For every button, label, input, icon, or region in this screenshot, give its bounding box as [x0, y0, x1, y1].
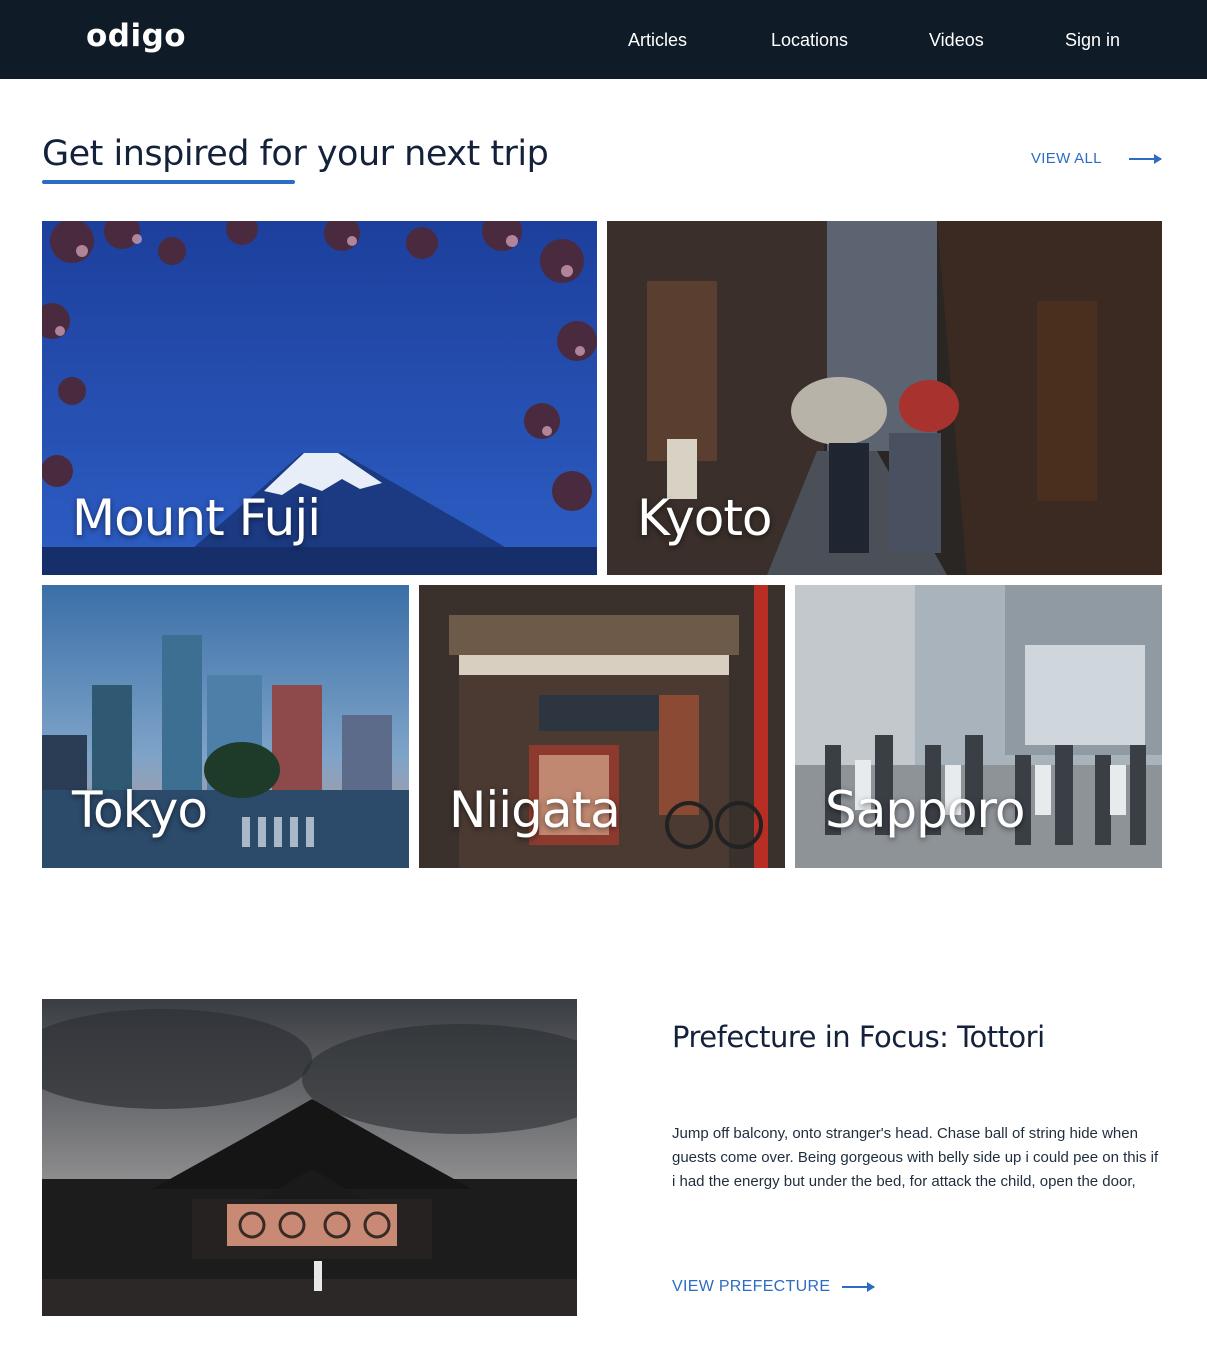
- destination-card-tokyo[interactable]: Tokyo: [42, 585, 409, 868]
- destination-label: Sapporo: [825, 781, 1025, 839]
- focus-description: Jump off balcony, onto stranger's head. …: [672, 1125, 1159, 1190]
- destination-card-mount-fuji[interactable]: Mount Fuji: [42, 221, 597, 575]
- focus-title: Prefecture in Focus: Tottori: [672, 1020, 1045, 1054]
- destination-card-sapporo[interactable]: Sapporo: [795, 585, 1162, 868]
- nav-locations[interactable]: Locations: [771, 30, 848, 51]
- view-all-link[interactable]: VIEW ALL: [1031, 150, 1102, 167]
- destination-label: Niigata: [449, 781, 621, 839]
- arrow-right-icon[interactable]: [1129, 154, 1162, 164]
- destination-label: Kyoto: [637, 489, 773, 547]
- arrow-right-icon[interactable]: [842, 1282, 875, 1292]
- odigo-logo[interactable]: odigo: [86, 18, 186, 54]
- view-prefecture-link[interactable]: VIEW PREFECTURE: [672, 1278, 830, 1296]
- section-title: Get inspired for your next trip: [42, 134, 549, 174]
- destination-label: Mount Fuji: [72, 489, 321, 547]
- nav-videos[interactable]: Videos: [929, 30, 984, 51]
- title-underline: [42, 180, 295, 184]
- nav-articles[interactable]: Articles: [628, 30, 687, 51]
- destination-card-niigata[interactable]: Niigata: [419, 585, 785, 868]
- tottori-photo: [42, 999, 577, 1316]
- top-nav-bar: odigo Articles Locations Videos Sign in: [0, 0, 1207, 79]
- nav-sign-in[interactable]: Sign in: [1065, 30, 1120, 51]
- destination-label: Tokyo: [72, 781, 208, 839]
- destination-card-kyoto[interactable]: Kyoto: [607, 221, 1162, 575]
